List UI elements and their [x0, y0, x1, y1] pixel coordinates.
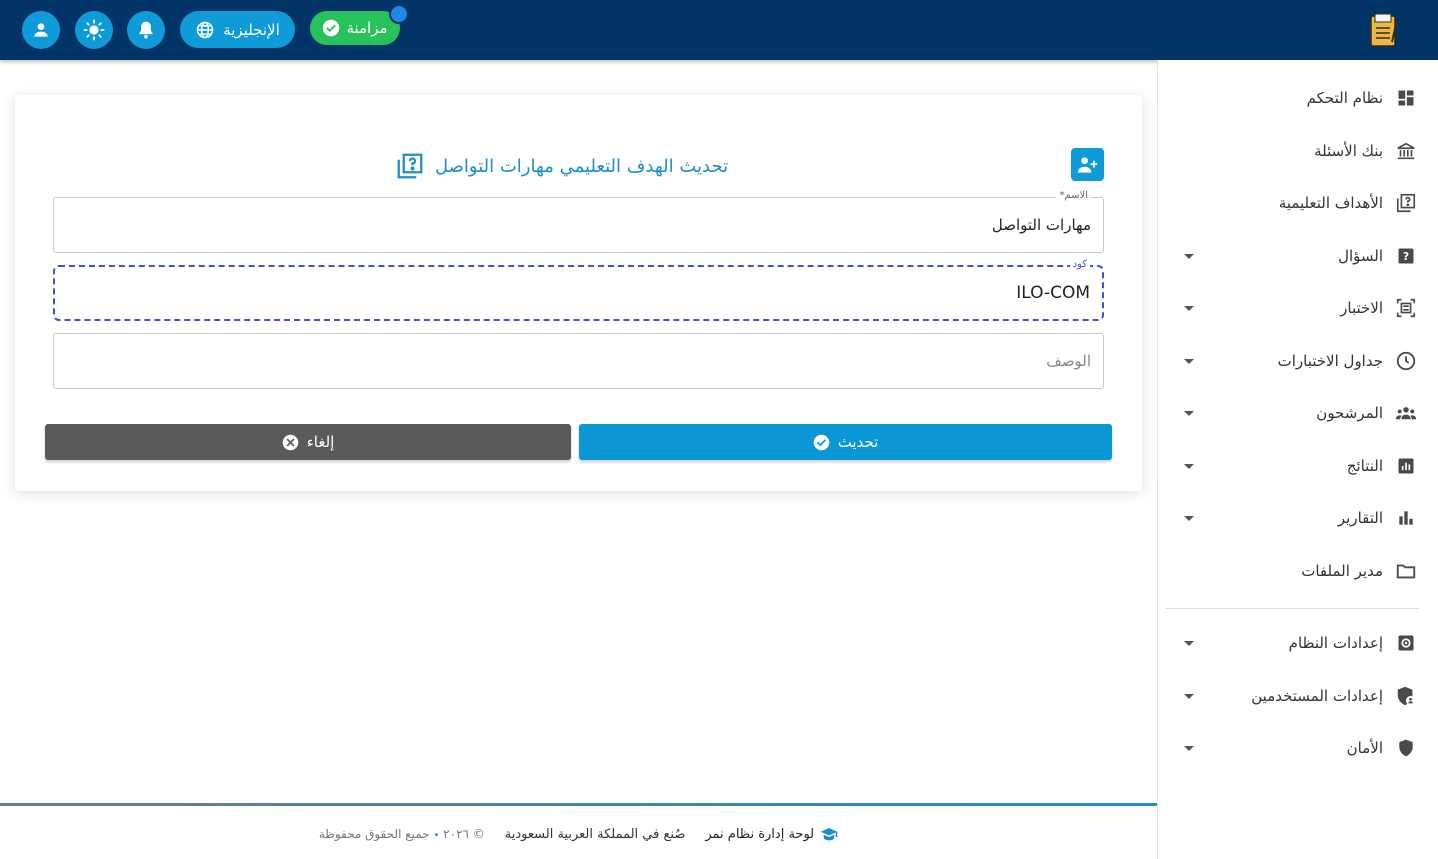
top-bar: الإنجليزية مزامنة: [0, 0, 1438, 60]
clock-icon: [1395, 350, 1417, 372]
footer-copyright: © ٢٠٢٦ • جميع الحقوق محفوظة: [319, 827, 485, 841]
description-field: [53, 333, 1104, 389]
update-button[interactable]: تحديث: [579, 424, 1112, 460]
theme-toggle-button[interactable]: [75, 11, 113, 49]
shield-icon: [1395, 737, 1417, 759]
sidebar-item-label: نظام التحكم: [1306, 89, 1383, 107]
folder-icon: [1395, 560, 1417, 582]
update-objective-card: تحديث الهدف التعليمي مهارات التواصل الاس…: [15, 95, 1142, 491]
language-label: الإنجليزية: [223, 20, 280, 39]
sidebar-item-reports[interactable]: التقارير: [1158, 496, 1438, 540]
sidebar-item-learning-objectives[interactable]: الأهداف التعليمية: [1158, 181, 1438, 225]
sidebar-item-label: إعدادات النظام: [1288, 634, 1383, 652]
chevron-down-icon[interactable]: [1184, 515, 1194, 521]
sidebar-item-label: جداول الاختبارات: [1277, 352, 1383, 370]
settings-icon: [1395, 632, 1417, 654]
sidebar-item-label: إعدادات المستخدمين: [1251, 687, 1383, 705]
sidebar-item-label: مدير الملفات: [1301, 562, 1383, 580]
globe-icon: [196, 21, 214, 38]
question-icon: ?: [1395, 245, 1417, 267]
sidebar-item-label: الاختبار: [1340, 299, 1383, 317]
check-circle-icon: [813, 434, 829, 450]
chevron-down-icon[interactable]: [1184, 463, 1194, 469]
code-field: كود: [53, 259, 1104, 321]
footer-divider: [0, 803, 1157, 806]
sidebar-item-security[interactable]: الأمان: [1158, 726, 1438, 770]
sidebar-item-exam-schedules[interactable]: جداول الاختبارات: [1158, 339, 1438, 383]
user-button[interactable]: [22, 11, 60, 49]
sidebar-item-label: الأمان: [1346, 739, 1383, 757]
exam-logo-icon[interactable]: [1366, 12, 1404, 50]
sidebar-item-label: النتائج: [1346, 457, 1383, 475]
chevron-down-icon[interactable]: [1184, 693, 1194, 699]
exam-icon: [1395, 297, 1417, 319]
sidebar-item-label: بنك الأسئلة: [1314, 142, 1383, 160]
dashboard-icon: [1395, 87, 1417, 109]
book-question-icon: [397, 153, 423, 179]
footer-separator-dot: •: [433, 830, 440, 841]
add-user-icon: [1077, 156, 1097, 173]
code-input[interactable]: [70, 267, 1090, 319]
svg-text:?: ?: [1403, 250, 1409, 263]
language-button[interactable]: الإنجليزية: [180, 11, 295, 48]
sidebar-item-label: الأهداف التعليمية: [1278, 194, 1383, 212]
sidebar-item-dashboard[interactable]: نظام التحكم: [1158, 76, 1438, 120]
results-icon: [1395, 455, 1417, 477]
name-input[interactable]: [71, 198, 1091, 252]
sidebar-item-exam[interactable]: الاختبار: [1158, 286, 1438, 330]
sun-icon: [83, 19, 105, 41]
cancel-button-label: إلغاء: [306, 433, 335, 451]
book-question-icon: [1395, 192, 1417, 214]
sidebar-item-file-manager[interactable]: مدير الملفات: [1158, 549, 1438, 593]
sidebar-item-question-bank[interactable]: بنك الأسئلة: [1158, 129, 1438, 173]
footer-brand-label: لوحة إدارة نظام نمر: [705, 826, 815, 842]
sync-status-dot: [389, 4, 409, 24]
graduation-cap-icon: [820, 828, 838, 841]
sync-button[interactable]: مزامنة: [310, 11, 400, 45]
people-icon: [1395, 402, 1417, 424]
sidebar-item-system-settings[interactable]: إعدادات النظام: [1158, 621, 1438, 665]
bank-icon: [1395, 140, 1417, 162]
sidebar-item-label: المرشحون: [1316, 404, 1383, 422]
footer-rights: جميع الحقوق محفوظة: [318, 827, 430, 841]
chevron-down-icon[interactable]: [1184, 640, 1194, 646]
sidebar: نظام التحكم بنك الأسئلة الأهداف التعليمي…: [1157, 60, 1438, 859]
footer-brand[interactable]: لوحة إدارة نظام نمر: [705, 826, 838, 842]
sidebar-item-question[interactable]: ? السؤال: [1158, 234, 1438, 278]
chevron-down-icon[interactable]: [1184, 253, 1194, 259]
footer: لوحة إدارة نظام نمر صُنع في المملكة العر…: [0, 822, 1157, 846]
sidebar-divider: [1166, 608, 1419, 609]
chevron-down-icon[interactable]: [1184, 358, 1194, 364]
description-input[interactable]: [71, 334, 1091, 388]
sidebar-item-label: السؤال: [1338, 247, 1383, 265]
chevron-down-icon[interactable]: [1184, 305, 1194, 311]
notifications-button[interactable]: [127, 11, 165, 49]
user-shield-icon: [1395, 685, 1417, 707]
bell-icon: [139, 21, 153, 39]
sync-label: مزامنة: [346, 19, 388, 37]
bar-chart-icon: [1395, 507, 1417, 529]
chevron-down-icon[interactable]: [1184, 745, 1194, 751]
footer-made-in: صُنع في المملكة العربية السعودية: [504, 826, 686, 842]
update-button-label: تحديث: [837, 433, 879, 451]
sidebar-item-label: التقارير: [1337, 509, 1383, 527]
page-title: تحديث الهدف التعليمي مهارات التواصل: [435, 155, 729, 177]
check-circle-icon: [323, 19, 340, 37]
sidebar-item-user-settings[interactable]: إعدادات المستخدمين: [1158, 674, 1438, 718]
card-title: تحديث الهدف التعليمي مهارات التواصل: [395, 151, 728, 181]
name-field: الاسم*: [53, 190, 1104, 253]
add-user-button[interactable]: [1071, 148, 1104, 181]
user-icon: [34, 23, 48, 37]
footer-year: © ٢٠٢٦: [443, 827, 485, 841]
cancel-button[interactable]: إلغاء: [45, 424, 571, 460]
chevron-down-icon[interactable]: [1184, 410, 1194, 416]
sidebar-item-results[interactable]: النتائج: [1158, 444, 1438, 488]
sidebar-item-candidates[interactable]: المرشحون: [1158, 391, 1438, 435]
close-circle-icon: [282, 434, 298, 450]
